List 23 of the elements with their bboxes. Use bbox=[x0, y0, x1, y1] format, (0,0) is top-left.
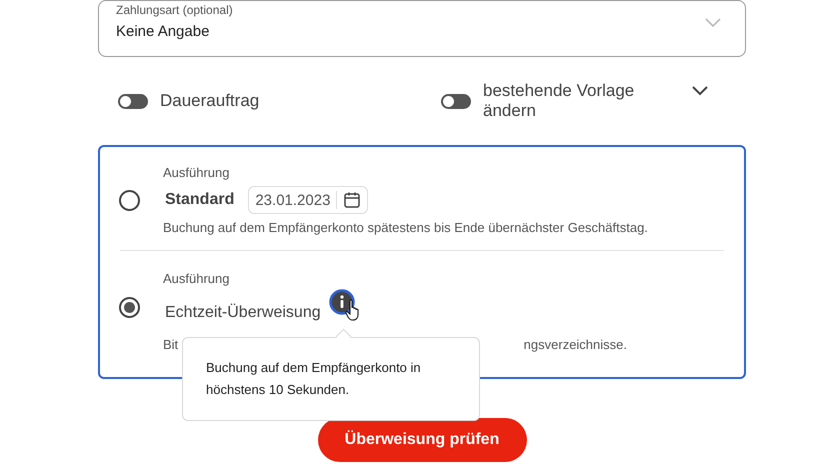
toggle-switch[interactable] bbox=[441, 94, 471, 108]
option-description: ngsverzeichnisse. bbox=[524, 336, 627, 354]
option-title: Echtzeit-Überweisung bbox=[165, 304, 321, 322]
radio-button[interactable] bbox=[119, 190, 140, 210]
toggle-switch[interactable] bbox=[118, 94, 148, 108]
option-label: Ausführung bbox=[163, 165, 230, 181]
option-title: Standard bbox=[165, 191, 234, 209]
option-description: Buchung auf dem Empfängerkonto spätestens bis Ende übernächster Geschäftstag. bbox=[163, 219, 649, 237]
option-description: Bit bbox=[163, 336, 178, 354]
select-value: Keine Angabe bbox=[116, 23, 210, 40]
toggle-label: bestehende Vorlage ändern bbox=[483, 81, 636, 121]
date-field[interactable]: 23.01.2023 bbox=[248, 186, 368, 214]
chevron-down-icon[interactable] bbox=[692, 86, 708, 96]
radio-button[interactable] bbox=[119, 297, 140, 318]
tooltip-text: Buchung auf dem Empfängerkonto in höchstens 10 Sekunden. bbox=[206, 359, 422, 399]
payment-type-select[interactable]: Zahlungsart (optional) Keine Angabe bbox=[98, 0, 746, 57]
check-transfer-button[interactable]: Überweisung prüfen bbox=[318, 418, 526, 462]
toggle-label: Dauerauftrag bbox=[160, 91, 260, 111]
option-label: Ausführung bbox=[163, 271, 230, 287]
chevron-down-icon bbox=[705, 18, 721, 28]
calendar-icon[interactable] bbox=[343, 191, 362, 209]
field-label: Zahlungsart (optional) bbox=[116, 3, 233, 17]
hand-cursor-icon bbox=[344, 299, 361, 321]
